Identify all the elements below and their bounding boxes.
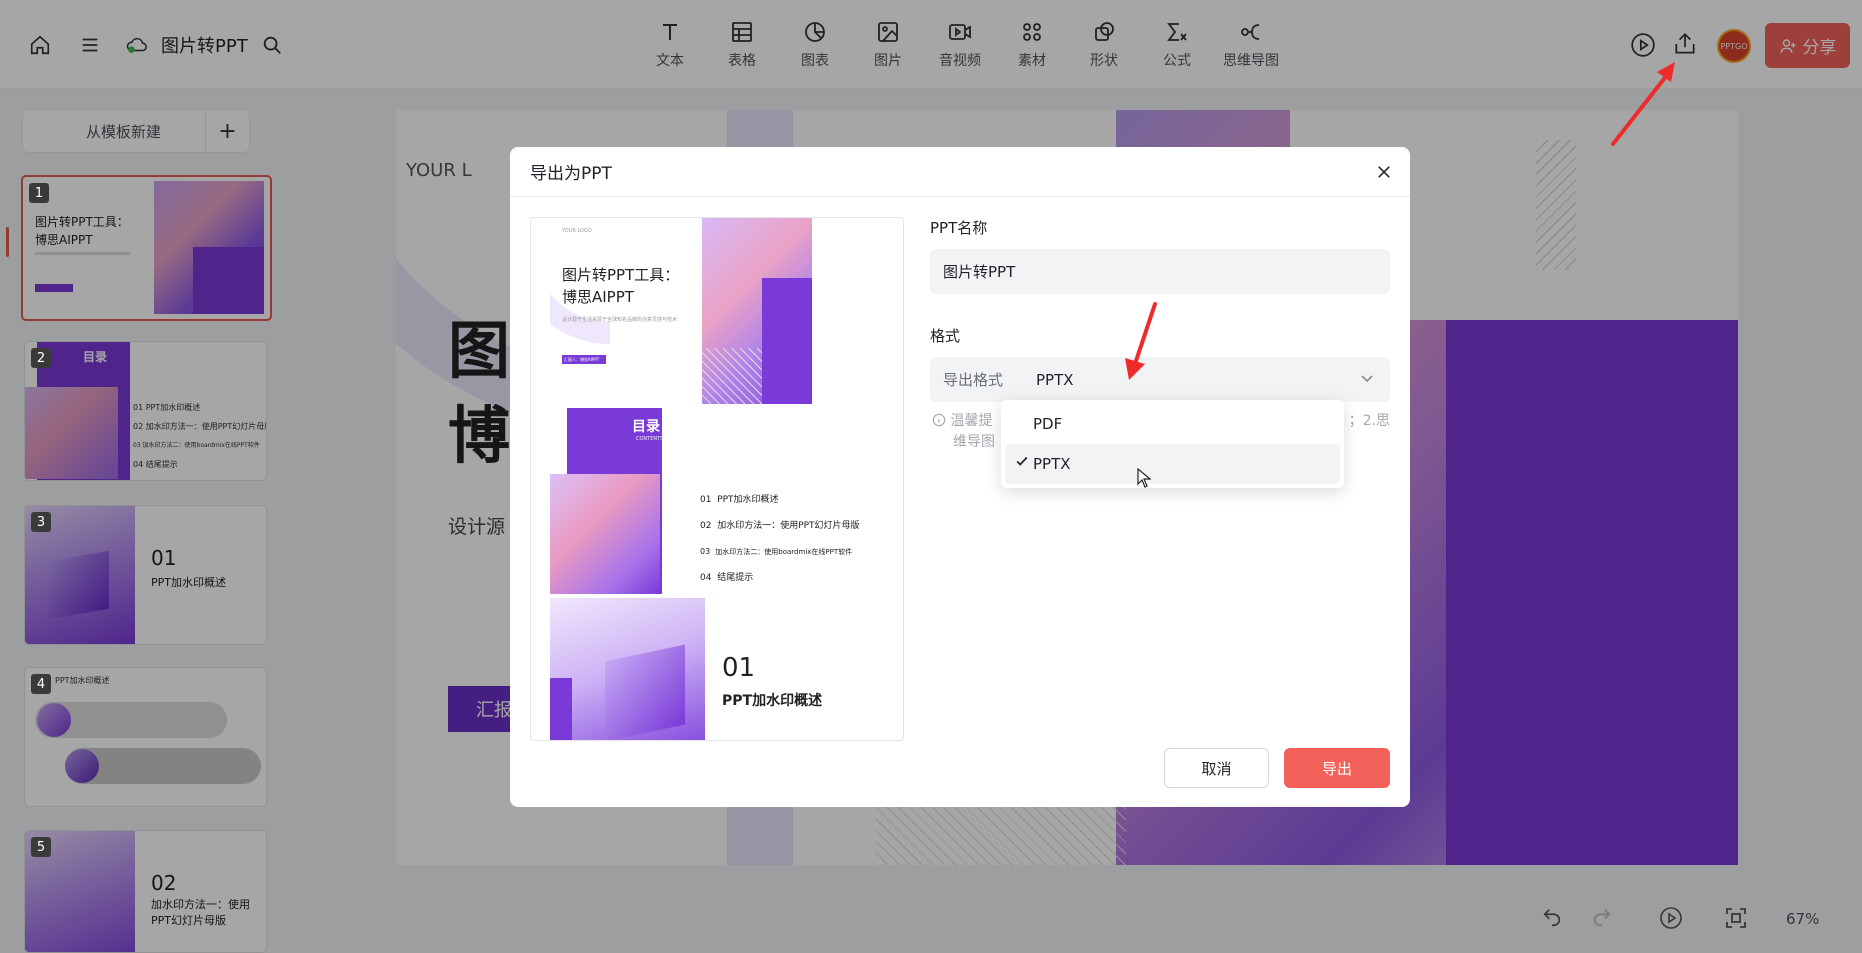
preview-section-title: PPT加水印概述 bbox=[722, 693, 823, 709]
format-option-pptx[interactable]: PPTX bbox=[1005, 444, 1340, 488]
preview-logo: YOUR LOGO bbox=[562, 228, 592, 234]
preview-slide-2: 目录 CONTENTS 01 PPT加水印概述 02 加水印方法一：使用PPT幻… bbox=[550, 408, 885, 594]
format-label: 格式 bbox=[930, 327, 961, 345]
export-label: 导出 bbox=[1321, 759, 1352, 778]
toc-text: 加水印方法一：使用PPT幻灯片母版 bbox=[717, 521, 860, 531]
preview-slide-1: YOUR LOGO 图片转PPT工具： 博思AIPPT 设计源于生活来源于全球知… bbox=[550, 218, 885, 404]
info-icon bbox=[932, 413, 946, 427]
close-icon bbox=[1378, 166, 1390, 178]
cancel-button[interactable]: 取消 bbox=[1164, 748, 1269, 788]
annotation-arrow-icon bbox=[1125, 302, 1157, 380]
preview-section-number: 01 bbox=[722, 653, 756, 683]
toc-num: 04 bbox=[700, 573, 712, 583]
chevron-down-icon bbox=[1361, 375, 1373, 383]
format-option-pdf[interactable]: PDF bbox=[1005, 404, 1340, 444]
option-label: PPTX bbox=[1033, 455, 1071, 473]
hint-text-b: ；2.思 bbox=[1348, 413, 1390, 429]
export-dialog: 导出为PPT YOUR LOGO 图片转PPT工具： 博思AIPPT 设计源于生… bbox=[510, 147, 1410, 807]
close-button[interactable] bbox=[1372, 160, 1396, 184]
preview-slide-3: 01 PPT加水印概述 bbox=[550, 598, 885, 740]
annotation-arrow-icon bbox=[1611, 62, 1675, 146]
preview-button: 汇报人：博思AIPPT bbox=[562, 355, 606, 364]
export-button[interactable]: 导出 bbox=[1284, 748, 1390, 788]
toc-num: 01 bbox=[700, 495, 712, 505]
toc-num: 02 bbox=[700, 521, 712, 531]
format-dropdown: PDF PPTX bbox=[1001, 400, 1344, 488]
cancel-label: 取消 bbox=[1201, 759, 1232, 778]
hint-text-a: 温馨提 bbox=[950, 413, 993, 429]
dialog-title: 导出为PPT bbox=[530, 164, 612, 184]
preview-title2: 博思AIPPT bbox=[562, 288, 634, 306]
preview-desc: 设计源于生活来源于全球知名品牌的创意灵感与技术 bbox=[562, 317, 678, 323]
preview-title1: 图片转PPT工具： bbox=[562, 266, 680, 284]
format-prefix: 导出格式 bbox=[943, 371, 1004, 389]
slide-number: 3 bbox=[31, 512, 51, 532]
option-label: PDF bbox=[1033, 415, 1063, 433]
ppt-name-label: PPT名称 bbox=[930, 219, 988, 237]
toc-text: 加水印方法二：使用boardmix在线PPT软件 bbox=[715, 548, 853, 556]
slide-number: 2 bbox=[31, 348, 51, 368]
preview-toc-sub: CONTENTS bbox=[636, 436, 664, 442]
export-preview: YOUR LOGO 图片转PPT工具： 博思AIPPT 设计源于生活来源于全球知… bbox=[530, 217, 904, 741]
check-icon bbox=[1016, 456, 1028, 466]
ppt-name-input[interactable]: 图片转PPT bbox=[930, 249, 1390, 294]
slide-number: 4 bbox=[31, 674, 51, 694]
format-value: PPTX bbox=[1036, 370, 1074, 389]
slide-number: 1 bbox=[29, 183, 49, 203]
mouse-cursor-icon bbox=[1137, 468, 1151, 488]
slide-number: 5 bbox=[31, 837, 51, 857]
toc-text: PPT加水印概述 bbox=[717, 495, 779, 505]
ppt-name-value: 图片转PPT bbox=[943, 263, 1016, 281]
toc-num: 03 bbox=[700, 547, 711, 556]
dialog-header: 导出为PPT bbox=[510, 147, 1410, 197]
preview-toc-title: 目录 bbox=[632, 419, 660, 435]
toc-text: 结尾提示 bbox=[717, 573, 754, 583]
